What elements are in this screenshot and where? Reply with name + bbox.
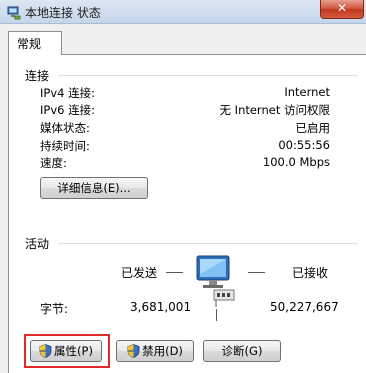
- media-state-label: 媒体状态:: [40, 121, 90, 135]
- speed-value: 100.0 Mbps: [262, 155, 330, 169]
- duration-label: 持续时间:: [40, 139, 90, 153]
- ipv6-label: IPv6 连接:: [40, 103, 95, 117]
- speed-label: 速度:: [40, 156, 67, 170]
- title-bar[interactable]: 本地连接 状态 ✕: [0, 0, 366, 24]
- window-title: 本地连接 状态: [25, 6, 101, 20]
- bytes-received-value: 50,227,667: [270, 300, 339, 314]
- received-label: 已接收: [292, 266, 329, 280]
- connection-section-title: 连接: [25, 69, 50, 83]
- ipv4-value: Internet: [284, 85, 330, 99]
- activity-section-title: 活动: [25, 237, 50, 251]
- properties-button-label: 属性(P): [54, 344, 93, 358]
- ipv4-label: IPv4 连接:: [40, 86, 95, 100]
- disable-button-label: 禁用(D): [142, 344, 183, 358]
- received-dash: [248, 272, 265, 273]
- details-button[interactable]: 详细信息(E)...: [40, 177, 148, 199]
- ipv6-value: 无 Internet 访问权限: [219, 103, 330, 117]
- duration-value: 00:55:56: [278, 138, 330, 152]
- connection-divider: [58, 75, 358, 76]
- diagnose-button[interactable]: 诊断(G): [203, 340, 281, 362]
- sent-label: 已发送: [121, 266, 158, 280]
- uac-shield-icon: [39, 344, 52, 358]
- bytes-label: 字节:: [40, 302, 69, 316]
- media-state-value: 已启用: [295, 121, 331, 135]
- properties-button[interactable]: 属性(P): [30, 340, 102, 362]
- network-adapter-icon: [7, 6, 21, 20]
- uac-shield-icon: [127, 344, 140, 358]
- bytes-sent-value: 3,681,001: [130, 300, 192, 314]
- tab-general[interactable]: 常规: [8, 31, 62, 55]
- close-button[interactable]: ✕: [320, 0, 364, 19]
- activity-connector-line: [216, 309, 217, 321]
- disable-button[interactable]: 禁用(D): [116, 340, 194, 362]
- network-computer-icon: [196, 255, 235, 307]
- sent-dash: [166, 272, 183, 273]
- activity-divider: [58, 243, 358, 244]
